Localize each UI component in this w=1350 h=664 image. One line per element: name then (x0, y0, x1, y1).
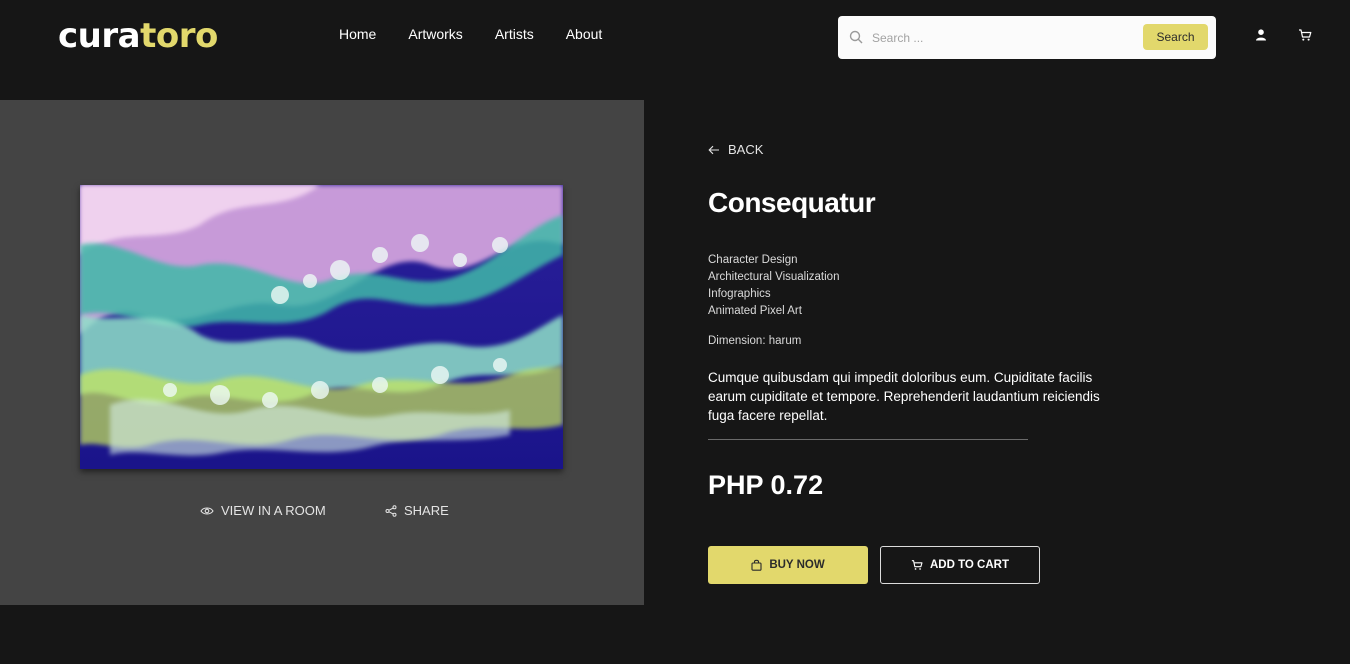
search-button[interactable]: Search (1143, 24, 1208, 50)
category-list: Character Design Architectural Visualiza… (708, 252, 839, 320)
user-icon[interactable] (1254, 28, 1268, 42)
artwork-panel: VIEW IN A ROOM SHARE (0, 100, 644, 605)
logo[interactable]: curatoro (58, 14, 218, 58)
arrow-left-icon (708, 145, 719, 154)
add-to-cart-button[interactable]: ADD TO CART (880, 546, 1040, 584)
share-icon (385, 504, 397, 517)
category-item: Architectural Visualization (708, 271, 840, 283)
bag-icon (751, 559, 762, 571)
cart-icon (911, 560, 923, 570)
back-label: BACK (728, 142, 764, 157)
eye-icon (200, 506, 214, 515)
search-bar: Search (838, 16, 1216, 59)
share-button[interactable]: SHARE (385, 503, 449, 518)
nav-artists[interactable]: Artists (495, 26, 534, 43)
share-label: SHARE (404, 503, 449, 518)
nav-about[interactable]: About (566, 26, 603, 43)
view-in-room-button[interactable]: VIEW IN A ROOM (200, 503, 326, 518)
buy-now-button[interactable]: BUY NOW (708, 546, 868, 584)
cart-icon[interactable] (1298, 28, 1312, 42)
category-item: Animated Pixel Art (708, 305, 802, 317)
header: curatoro Home Artworks Artists About Sea… (0, 0, 1350, 100)
category-item: Infographics (708, 288, 771, 300)
artwork-image[interactable] (80, 185, 563, 469)
category-item: Character Design (708, 254, 798, 266)
artwork-title: Consequatur (708, 187, 876, 218)
search-icon (849, 30, 863, 44)
artwork-description: Cumque quibusdam qui impedit doloribus e… (708, 370, 1100, 423)
main-nav: Home Artworks Artists About (339, 26, 634, 43)
price: PHP 0.72 (708, 470, 824, 500)
nav-home[interactable]: Home (339, 26, 376, 43)
search-input[interactable] (870, 27, 1134, 49)
add-to-cart-label: ADD TO CART (929, 559, 1009, 571)
view-in-room-label: VIEW IN A ROOM (221, 503, 326, 518)
divider (708, 439, 1028, 440)
buy-now-label: BUY NOW (769, 559, 825, 571)
dimension-text: Dimension: harum (708, 335, 802, 347)
back-link[interactable]: BACK (708, 142, 763, 157)
nav-artworks[interactable]: Artworks (408, 26, 462, 43)
